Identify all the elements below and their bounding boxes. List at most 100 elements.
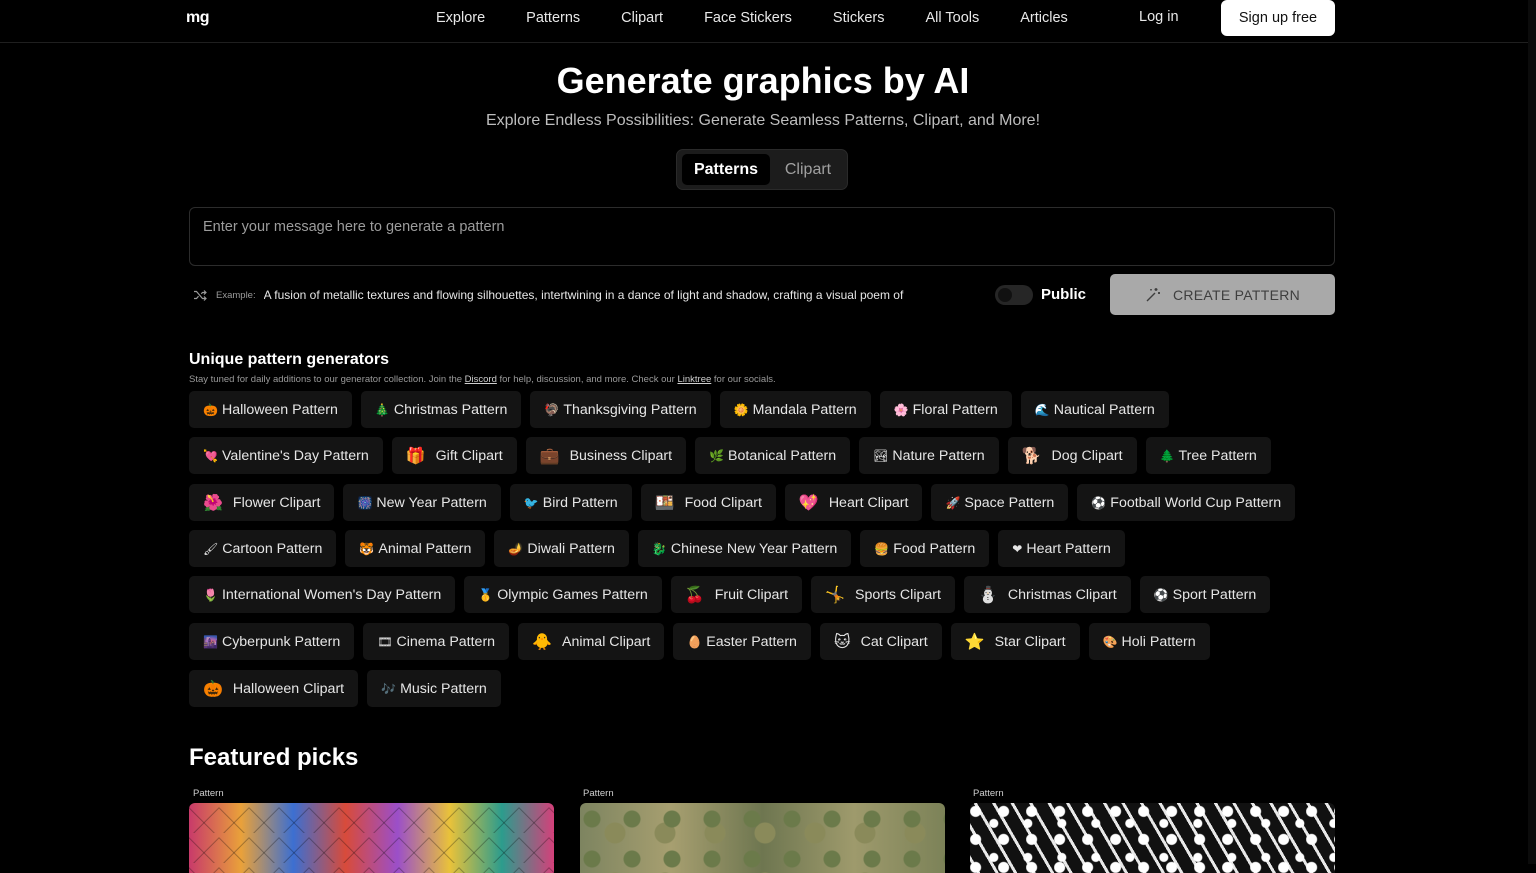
chip-label: Gift Clipart [435, 447, 503, 464]
chip-label: Space Pattern [964, 494, 1055, 511]
prompt-input[interactable] [189, 207, 1335, 266]
nav-articles[interactable]: Articles [1020, 10, 1068, 26]
featured-card-image[interactable] [189, 803, 554, 873]
signup-button[interactable]: Sign up free [1221, 0, 1335, 36]
generator-chip[interactable]: 🌲 Tree Pattern [1145, 437, 1271, 474]
nav-explore[interactable]: Explore [436, 10, 485, 26]
nav-patterns[interactable]: Patterns [526, 10, 580, 26]
generator-chip[interactable]: ⚽ Football World Cup Pattern [1077, 484, 1296, 521]
logo[interactable]: mg [186, 9, 210, 27]
chip-emoji-icon: 🍔 [874, 541, 890, 556]
scrollbar[interactable] [1528, 0, 1536, 864]
generator-chip[interactable]: ❤ Heart Pattern [998, 530, 1125, 567]
generator-chip[interactable]: 🌿 Botanical Pattern [695, 437, 851, 474]
generator-chip[interactable]: 🎄 Christmas Pattern [360, 391, 522, 428]
generator-chip[interactable]: 🎆 New Year Pattern [343, 484, 501, 521]
chip-label: Christmas Pattern [393, 401, 508, 418]
generator-chip[interactable]: 🌺 Flower Clipart [189, 484, 335, 521]
generator-chip[interactable]: 🎁 Gift Clipart [391, 437, 517, 474]
generator-chip[interactable]: 🎞 Cinema Pattern [363, 623, 510, 660]
chip-row: 💘 Valentine's Day Pattern 🎁 Gift Clipart 💼 Bu… [189, 437, 1280, 474]
magic-wand-icon [1146, 287, 1160, 301]
chip-emoji-icon: ⚽ [1091, 495, 1107, 510]
chip-emoji-icon: ❤ [1012, 541, 1023, 556]
shuffle-icon[interactable] [193, 288, 207, 302]
generator-chip[interactable]: 🥇 Olympic Games Pattern [464, 576, 662, 613]
generator-chip[interactable]: 🤸 Sports Clipart [811, 576, 955, 613]
generator-chip[interactable]: 🪔 Diwali Pattern [494, 530, 629, 567]
chip-emoji-icon: 🪔 [508, 541, 524, 556]
generator-chip[interactable]: 🍱 Food Clipart [640, 484, 776, 521]
card-label: Pattern [973, 788, 1004, 799]
discord-link[interactable]: Discord [465, 374, 497, 385]
generator-chip[interactable]: ⛄ Christmas Clipart [963, 576, 1131, 613]
generator-chip[interactable]: 🐉 Chinese New Year Pattern [637, 530, 852, 567]
example-text[interactable]: A fusion of metallic textures and flowin… [264, 288, 970, 302]
generator-chip[interactable]: ⚽ Sport Pattern [1139, 576, 1271, 613]
linktree-link[interactable]: Linktree [677, 374, 711, 385]
generator-chip[interactable]: 💼 Business Clipart [525, 437, 687, 474]
chip-emoji-icon: 🌲 [1159, 448, 1175, 463]
generator-chip[interactable]: ⭐ Star Clipart [950, 623, 1080, 660]
generator-chip[interactable]: 🌷 International Women's Day Pattern [189, 576, 456, 613]
generator-chip[interactable]: 🌼 Mandala Pattern [719, 391, 871, 428]
generator-chip[interactable]: 🖌 Cartoon Pattern [189, 530, 337, 567]
chip-row: 🌆 Cyberpunk Pattern 🎞 Cinema Pattern 🐥 Animal… [189, 623, 1219, 660]
generator-chip[interactable]: 💘 Valentine's Day Pattern [189, 437, 383, 474]
chip-label: Business Clipart [569, 447, 673, 464]
generator-chip[interactable]: 🍒 Fruit Clipart [670, 576, 803, 613]
chip-label: Botanical Pattern [728, 447, 837, 464]
chip-label: Animal Pattern [378, 540, 472, 557]
chip-emoji-icon: 🌸 [893, 402, 909, 417]
card-label: Pattern [583, 788, 614, 799]
generator-chip[interactable]: 🚀 Space Pattern [931, 484, 1069, 521]
tab-clipart[interactable]: Clipart [775, 154, 841, 185]
toggle-knob [998, 288, 1012, 302]
login-link[interactable]: Log in [1139, 9, 1179, 25]
generator-chip[interactable]: 🌸 Floral Pattern [879, 391, 1012, 428]
generator-chip[interactable]: 🐕 Dog Clipart [1007, 437, 1137, 474]
generator-chip[interactable]: 🏞 Nature Pattern [859, 437, 999, 474]
nav-all-tools[interactable]: All Tools [926, 10, 980, 26]
generator-chip[interactable]: 🍔 Food Pattern [860, 530, 990, 567]
chip-emoji-icon: 🎞 [377, 634, 393, 649]
generator-chip[interactable]: 🐦 Bird Pattern [509, 484, 632, 521]
chip-emoji-icon: 🎄 [374, 402, 390, 417]
nav-clipart[interactable]: Clipart [621, 10, 663, 26]
generator-chip[interactable]: 🎶 Music Pattern [367, 670, 501, 707]
generator-chip[interactable]: 🌊 Nautical Pattern [1020, 391, 1169, 428]
create-pattern-button[interactable]: CREATE PATTERN [1110, 274, 1335, 315]
chip-emoji-icon: 🚀 [945, 495, 961, 510]
generator-chip[interactable]: 🐥 Animal Clipart [518, 623, 665, 660]
chip-row: 🎃 Halloween Clipart 🎶 Music Pattern [189, 670, 510, 707]
top-navigation-bar: mg Explore Patterns Clipart Face Sticker… [0, 0, 1536, 43]
generators-title: Unique pattern generators [189, 351, 390, 368]
generator-chip[interactable]: 🎃 Halloween Pattern [189, 391, 352, 428]
chip-label: Bird Pattern [542, 494, 618, 511]
generator-chip[interactable]: 🎃 Halloween Clipart [189, 670, 359, 707]
chip-emoji-icon: 🐥 [532, 633, 552, 651]
nav-stickers[interactable]: Stickers [833, 10, 885, 26]
generator-chip[interactable]: 🐯 Animal Pattern [345, 530, 486, 567]
featured-card-image[interactable] [580, 803, 945, 873]
nav-face-stickers[interactable]: Face Stickers [704, 10, 792, 26]
generator-chip[interactable]: 💖 Heart Clipart [784, 484, 923, 521]
chip-emoji-icon: 🍒 [684, 586, 705, 604]
generator-chip[interactable]: 🎨 Holi Pattern [1088, 623, 1210, 660]
generator-chip[interactable]: 🌆 Cyberpunk Pattern [189, 623, 355, 660]
chip-emoji-icon: 🦃 [544, 402, 560, 417]
chip-label: Valentine's Day Pattern [221, 447, 369, 464]
public-toggle[interactable] [995, 285, 1033, 305]
chip-label: Cinema Pattern [396, 633, 496, 650]
tab-patterns[interactable]: Patterns [682, 154, 770, 185]
chip-label: Halloween Pattern [221, 401, 338, 418]
featured-card-image[interactable] [970, 803, 1335, 873]
generator-chip[interactable]: 🥚 Easter Pattern [673, 623, 811, 660]
chip-emoji-icon: 🎁 [405, 447, 426, 465]
chip-emoji-icon: 🥇 [478, 587, 494, 602]
page-title: Generate graphics by AI [556, 60, 970, 101]
generator-chip[interactable]: 🐱 Cat Clipart [819, 623, 942, 660]
generator-chip[interactable]: 🦃 Thanksgiving Pattern [530, 391, 711, 428]
chip-emoji-icon: 🌼 [733, 402, 749, 417]
chip-emoji-icon: 🐱 [833, 633, 851, 651]
